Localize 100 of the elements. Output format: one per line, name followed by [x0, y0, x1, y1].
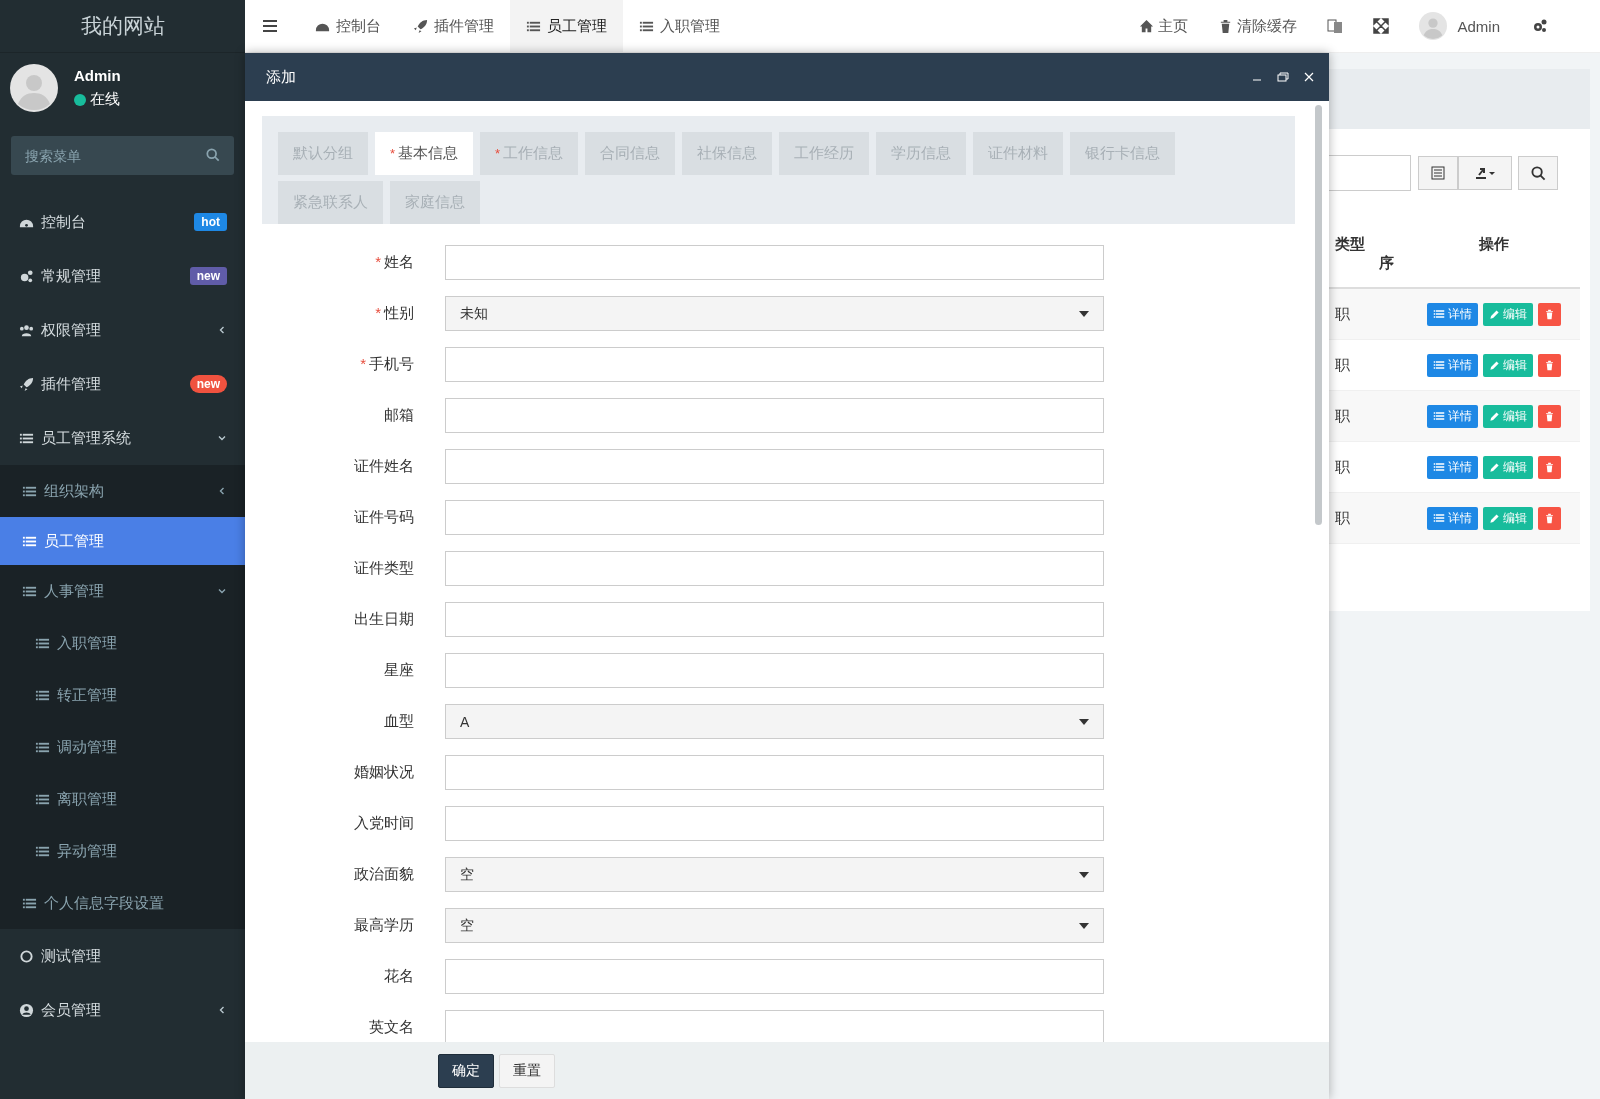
- delete-button[interactable]: [1537, 302, 1561, 326]
- input-field[interactable]: [445, 602, 1104, 637]
- column-header: 序: [1379, 254, 1395, 273]
- field-label: 婚姻状况: [354, 763, 414, 782]
- select-value: A: [460, 713, 470, 730]
- menu-item[interactable]: 人事管理: [0, 565, 245, 617]
- trash-icon: [1543, 410, 1555, 422]
- menu-item[interactable]: 员工管理系统: [0, 411, 245, 465]
- menu-item[interactable]: 会员管理: [0, 983, 245, 1037]
- menu-item[interactable]: 插件管理 new: [0, 357, 245, 411]
- clear-cache-link[interactable]: 清除缓存: [1218, 16, 1298, 36]
- export-button[interactable]: [1458, 156, 1512, 190]
- select-value: 空: [460, 916, 474, 935]
- search-button[interactable]: [1518, 156, 1558, 190]
- columns-button[interactable]: [1418, 156, 1458, 190]
- nav-tab[interactable]: 员工管理: [510, 0, 623, 52]
- menu-item[interactable]: 权限管理: [0, 303, 245, 357]
- user-name: Admin: [74, 67, 121, 84]
- menu-label: 离职管理: [57, 789, 118, 809]
- field-label: 政治面貌: [354, 865, 414, 884]
- menu-item[interactable]: 入职管理: [0, 617, 245, 669]
- input-field[interactable]: [445, 449, 1104, 484]
- confirm-button[interactable]: 确定: [438, 1053, 494, 1088]
- field-label: 入党时间: [354, 814, 414, 833]
- delete-button[interactable]: [1537, 404, 1561, 428]
- list-icon: [1432, 410, 1445, 422]
- menu-item[interactable]: 常规管理 new: [0, 249, 245, 303]
- menu-item[interactable]: 离职管理: [0, 773, 245, 825]
- input-field[interactable]: [445, 347, 1104, 382]
- table-cell-text: 职: [1334, 406, 1351, 426]
- delete-button[interactable]: [1537, 455, 1561, 479]
- select-value: 空: [460, 865, 474, 884]
- menu-label: 个人信息字段设置: [44, 893, 165, 913]
- menu-item[interactable]: 组织架构: [0, 465, 245, 517]
- pencil-icon: [1488, 359, 1500, 371]
- list-icon: [1432, 461, 1445, 473]
- menu-label: 入职管理: [57, 633, 118, 653]
- columns-icon: [1431, 166, 1445, 180]
- table-cell-text: 职: [1334, 304, 1351, 324]
- detail-button[interactable]: 详情: [1426, 506, 1478, 530]
- nav-tab[interactable]: 控制台: [299, 0, 397, 52]
- input-field[interactable]: [445, 755, 1104, 790]
- input-field[interactable]: [445, 245, 1104, 280]
- detail-button[interactable]: 详情: [1426, 404, 1478, 428]
- input-field[interactable]: [445, 959, 1104, 994]
- reset-button[interactable]: 重置: [499, 1053, 555, 1088]
- scrollbar[interactable]: [1315, 105, 1322, 525]
- menu-item[interactable]: 控制台 hot: [0, 195, 245, 249]
- settings-icon[interactable]: [1532, 18, 1548, 34]
- close-icon[interactable]: [1303, 72, 1315, 82]
- menu-item[interactable]: 异动管理: [0, 825, 245, 877]
- delete-button[interactable]: [1537, 353, 1561, 377]
- column-header: 类型: [1334, 234, 1366, 254]
- select-field[interactable]: 未知: [445, 296, 1104, 331]
- input-field[interactable]: [445, 398, 1104, 433]
- pencil-icon: [1488, 461, 1500, 473]
- pencil-icon: [1488, 410, 1500, 422]
- caret-icon: [1079, 310, 1089, 317]
- menu-label: 组织架构: [44, 481, 105, 501]
- field-label: 邮箱: [384, 406, 414, 425]
- user-name[interactable]: Admin: [1457, 17, 1500, 35]
- list-icon: [1432, 512, 1445, 524]
- delete-button[interactable]: [1537, 506, 1561, 530]
- required-mark: *: [360, 355, 366, 374]
- menu-badge: hot: [194, 213, 227, 231]
- menu-label: 员工管理: [44, 531, 105, 551]
- avatar-icon: [10, 64, 58, 112]
- menu-item[interactable]: 测试管理: [0, 929, 245, 983]
- nav-tab[interactable]: 插件管理: [397, 0, 510, 52]
- menu-item[interactable]: 转正管理: [0, 669, 245, 721]
- menu-label: 异动管理: [57, 841, 118, 861]
- nav-tab[interactable]: 入职管理: [623, 0, 736, 52]
- detail-button[interactable]: 详情: [1426, 302, 1478, 326]
- tab-label: 基本信息: [398, 144, 459, 163]
- search-field[interactable]: 搜索菜单: [11, 136, 234, 175]
- fullscreen-icon[interactable]: [1373, 18, 1390, 34]
- pencil-icon: [1488, 512, 1500, 524]
- input-field[interactable]: [445, 806, 1104, 841]
- menu-label: 测试管理: [41, 946, 102, 966]
- form-tab[interactable]: * 基本信息: [375, 132, 474, 175]
- menu-badge: new: [189, 267, 227, 285]
- field-label: 血型: [384, 712, 414, 731]
- detail-button[interactable]: 详情: [1426, 353, 1478, 377]
- translate-icon[interactable]: [1327, 18, 1344, 34]
- home-link[interactable]: 主页: [1139, 16, 1189, 36]
- detail-button[interactable]: 详情: [1426, 455, 1478, 479]
- user-status: 在线: [90, 90, 120, 109]
- input-field[interactable]: [445, 1010, 1104, 1042]
- menu-item[interactable]: 员工管理: [0, 517, 245, 565]
- maximize-icon[interactable]: [1277, 72, 1289, 82]
- input-field[interactable]: [445, 500, 1104, 535]
- select-field[interactable]: A: [445, 704, 1104, 739]
- input-field[interactable]: [445, 653, 1104, 688]
- input-field[interactable]: [445, 551, 1104, 586]
- select-field[interactable]: 空: [445, 908, 1104, 943]
- menu-item[interactable]: 调动管理: [0, 721, 245, 773]
- select-field[interactable]: 空: [445, 857, 1104, 892]
- menu-item[interactable]: 个人信息字段设置: [0, 877, 245, 929]
- menu-label: 调动管理: [57, 737, 118, 757]
- table-cell-text: 职: [1334, 457, 1351, 477]
